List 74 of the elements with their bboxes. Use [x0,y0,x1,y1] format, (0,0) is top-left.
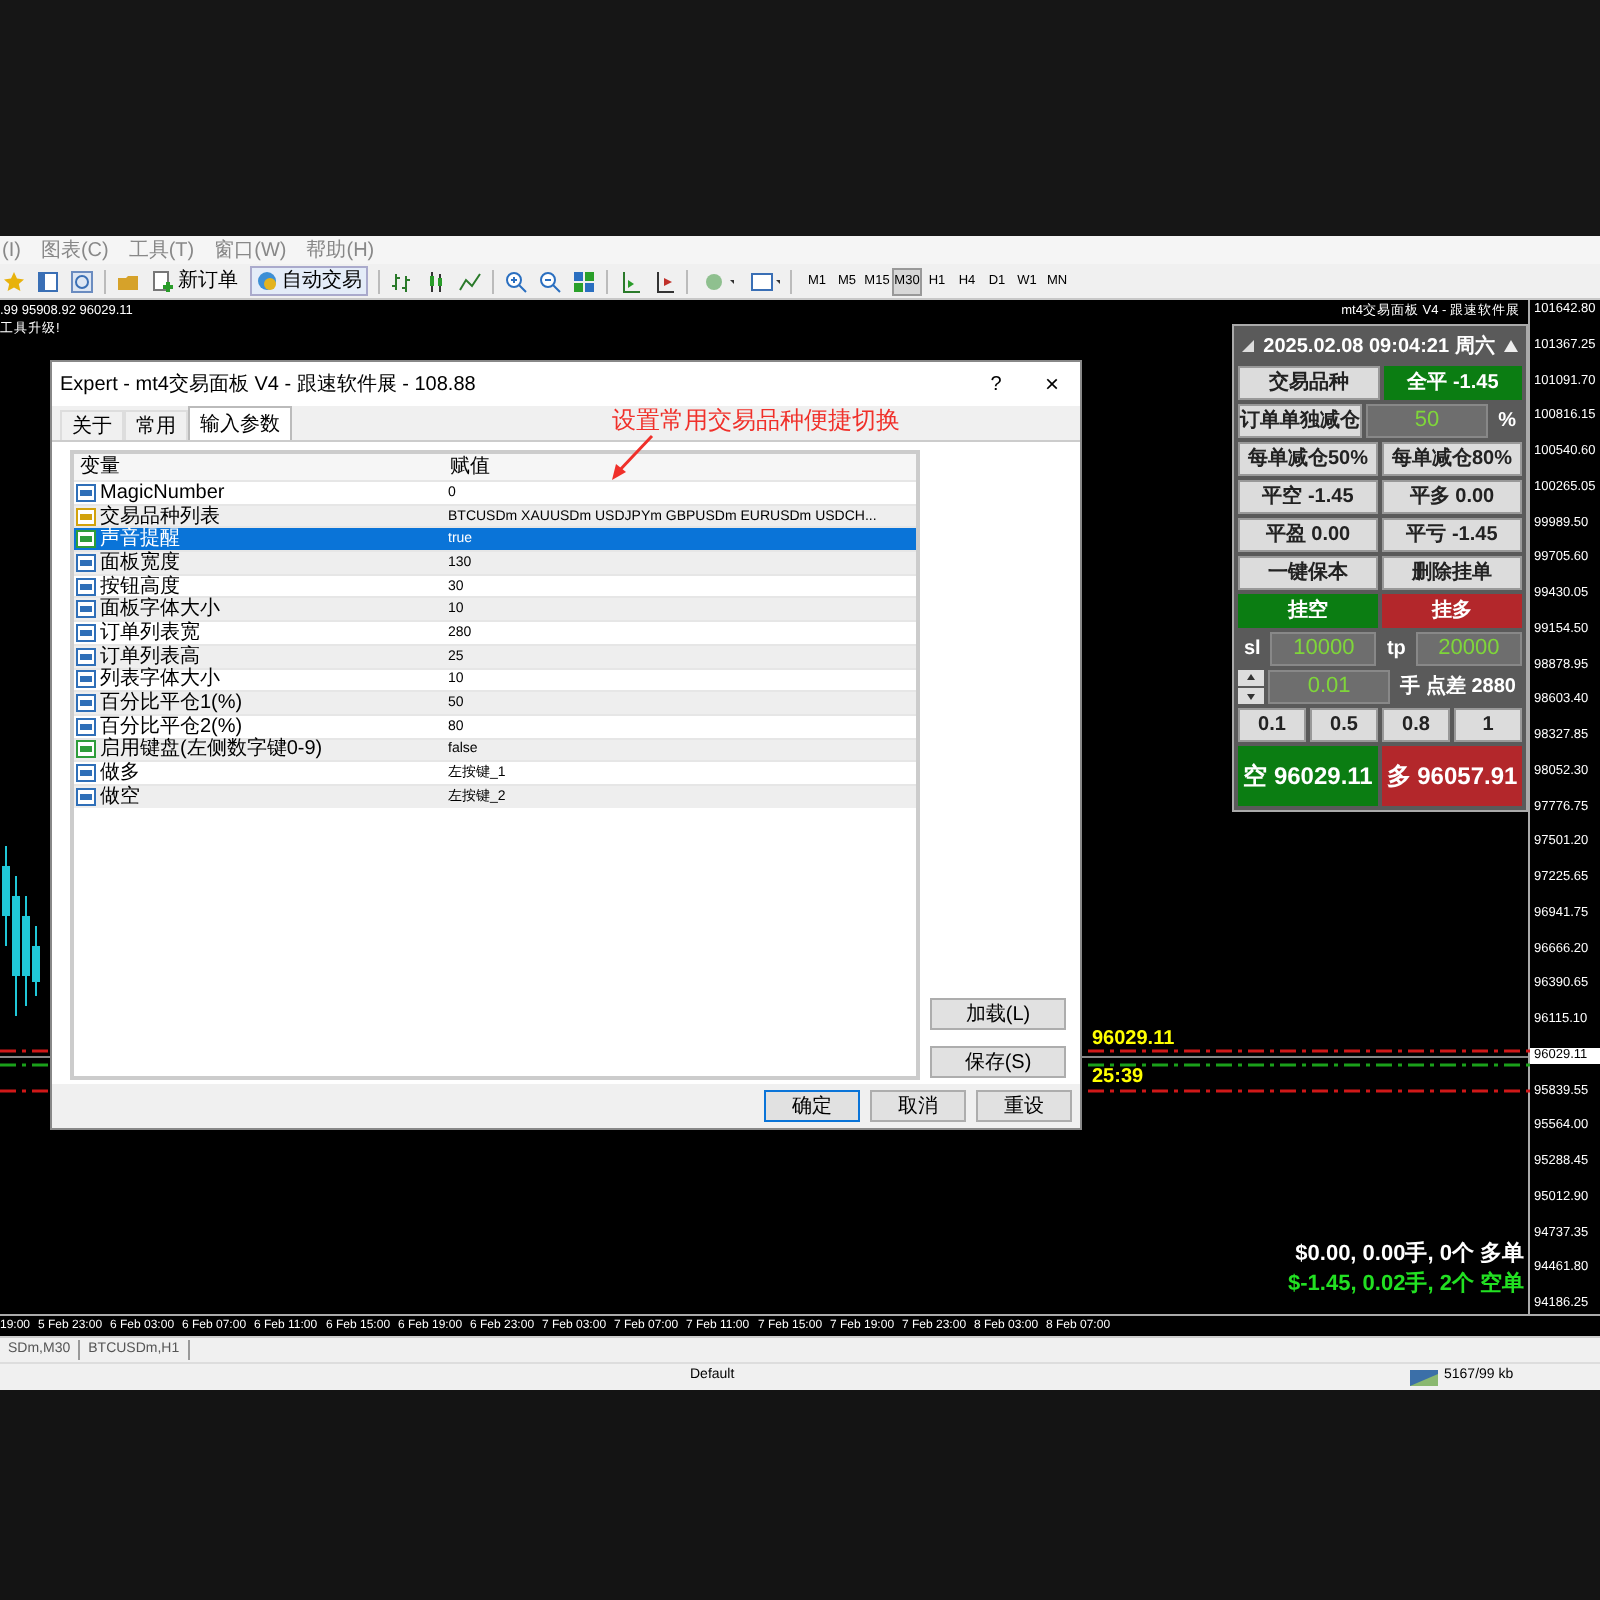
panel-button[interactable]: 删除挂单 [1382,556,1522,590]
chart-shift-icon[interactable] [618,269,642,293]
parameter-name: 面板宽度 [100,551,180,574]
panel-button[interactable]: 平亏 -1.45 [1382,518,1522,552]
parameter-name: 启用键盘(左侧数字键0-9) [100,738,323,761]
parameter-name: 百分比平仓2(%) [100,715,243,738]
long-summary-text: $0.00, 0.00手, 0个 多单 [1295,1239,1524,1269]
parameter-name: 百分比平仓1(%) [100,692,243,715]
countdown-text: 25:39 [1092,1064,1144,1092]
panel-button[interactable]: 订单单独减仓 [1238,404,1362,438]
column-header: 赋值 [448,454,492,482]
window-icon[interactable] [36,269,60,293]
parameter-name: 做空 [100,785,140,808]
parameter-name: 订单列表宽 [100,621,200,644]
grid-icon[interactable] [572,269,596,293]
panel-button[interactable]: 挂空 [1238,594,1378,628]
parameter-name: 做多 [100,762,140,785]
bar-chart-icon[interactable] [390,269,414,293]
panel-button[interactable]: 每单减仓50% [1238,442,1378,476]
parameter-name: 面板字体大小 [100,598,220,621]
collapse-icon[interactable] [1504,340,1518,352]
parameter-name: 列表字体大小 [100,668,220,691]
document-plus-icon [152,269,174,293]
panel-label: 手 点差 2880 [1398,673,1518,702]
side-button[interactable]: 保存(S) [930,1046,1066,1078]
panel-label: tp [1384,636,1408,664]
panel-date-time: 2025.02.08 09:04:21 周六 [1261,332,1497,361]
short-summary-text: $-1.45, 0.02手, 2个 空单 [1288,1269,1524,1299]
dialog-tab[interactable]: 输入参数 [188,406,292,440]
up-icon[interactable] [1238,670,1264,686]
dialog-button[interactable]: 确定 [764,1090,860,1122]
current-price-text: 96029.11 [1092,1026,1175,1054]
close-button[interactable]: × [1032,366,1072,402]
dialog-button[interactable]: 取消 [870,1090,966,1122]
panel-button[interactable]: 挂多 [1382,594,1522,628]
panel-button[interactable]: 每单减仓80% [1382,442,1522,476]
panel-button[interactable]: 平多 0.00 [1382,480,1522,514]
line-chart-icon[interactable] [458,269,482,293]
new-order-button[interactable]: 新订单 [150,266,240,296]
panel-button[interactable]: 平盈 0.00 [1238,518,1378,552]
parameter-name: 声音提醒 [100,528,180,551]
column-header: 变量 [78,454,122,482]
panel-button[interactable]: 0.1 [1238,708,1306,742]
autoscroll-icon[interactable] [652,269,676,293]
parameter-name: 订单列表高 [100,645,200,668]
zoom-in-icon[interactable] [504,269,528,293]
side-button[interactable]: 加载(L) [930,998,1066,1030]
panel-label: % [1496,408,1518,436]
resize-icon[interactable] [1242,340,1254,352]
panel-button[interactable]: 0.8 [1382,708,1450,742]
price-button[interactable]: 空 96029.11 [1238,746,1378,806]
zoom-out-icon[interactable] [538,269,562,293]
panel-button[interactable]: 全平 -1.45 [1384,366,1522,400]
parameter-name: 按钮高度 [100,575,180,598]
down-icon[interactable] [1238,688,1264,704]
spinner-control[interactable] [1238,670,1264,704]
price-button[interactable]: 多 96057.91 [1382,746,1522,806]
dialog-button[interactable]: 重设 [976,1090,1072,1122]
panel-button[interactable]: 平空 -1.45 [1238,480,1378,514]
parameter-name: MagicNumber [100,481,225,504]
panel-button[interactable]: 一键保本 [1238,556,1378,590]
connection-icon [1410,1369,1438,1385]
panel-label: sl [1242,636,1263,664]
panel-button[interactable]: 交易品种 [1238,366,1380,400]
dialog-title: Expert - mt4交易面板 V4 - 跟速软件展 - 108.88 [60,371,478,399]
star-icon[interactable] [2,269,26,293]
parameter-name: 交易品种列表 [100,505,220,528]
panel-button[interactable]: 1 [1454,708,1522,742]
help-button[interactable]: ? [976,369,1016,399]
candlestick-icon[interactable] [424,269,448,293]
auto-trade-button[interactable]: 自动交易 [250,266,368,296]
annotation-arrow [608,434,656,482]
panel-button[interactable]: 0.5 [1310,708,1378,742]
annotation-text: 设置常用交易品种便捷切换 [612,404,900,438]
